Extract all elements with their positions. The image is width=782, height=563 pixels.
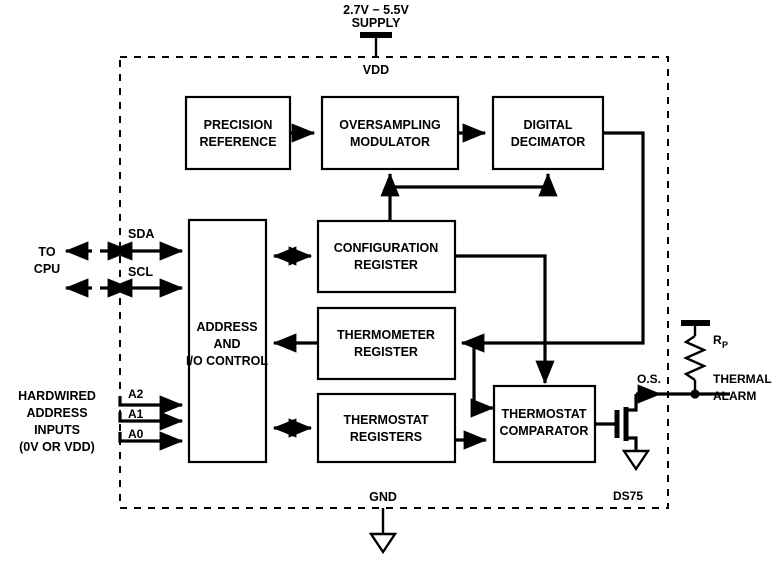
- block-thermometer-register: [316, 306, 457, 381]
- thermal-alarm-label-line1: THERMAL: [713, 372, 772, 386]
- hardwired-label-line3: INPUTS: [34, 423, 80, 437]
- thermometer-register-label-line1: THERMOMETER: [337, 328, 435, 342]
- a2-label: A2: [128, 387, 144, 401]
- address-io-control-label-line1: ADDRESS: [196, 320, 257, 334]
- hardwired-label-line4: (0V OR VDD): [19, 440, 95, 454]
- digital-decimator-label-line2: DECIMATOR: [511, 135, 586, 149]
- configuration-register-label-line1: CONFIGURATION: [334, 241, 439, 255]
- configuration-register-label-line2: REGISTER: [354, 258, 418, 272]
- thermostat-registers-label-line1: THERMOSTAT: [344, 413, 429, 427]
- device-name-label: DS75: [613, 489, 643, 503]
- precision-reference-label-line1: PRECISION: [204, 118, 273, 132]
- hardwired-label-line1: HARDWIRED: [18, 389, 96, 403]
- vdd-supply-rail: [360, 32, 392, 57]
- mosfet-source-ground-symbol: [621, 449, 651, 472]
- wire-thermometer-branch-to-comparator: [470, 343, 495, 418]
- gnd-ground-symbol: [368, 508, 398, 555]
- thermostat-registers-label-line2: REGISTERS: [350, 430, 422, 444]
- address-io-control-label-line2: AND: [213, 337, 240, 351]
- gnd-label: GND: [369, 490, 397, 504]
- thermal-alarm-label-line2: ALARM: [713, 389, 756, 403]
- pullup-resistor-rp: [681, 320, 710, 394]
- resistor-rp-subscript: P: [722, 340, 728, 350]
- precision-reference-label-line2: REFERENCE: [199, 135, 276, 149]
- address-io-control-label-line3: I/O CONTROL: [186, 354, 268, 368]
- oversampling-modulator-label-line2: MODULATOR: [350, 135, 430, 149]
- a0-label: A0: [128, 427, 144, 441]
- block-diagram-figure: 2.7V − 5.5V SUPPLY VDD GND PRECISION REF…: [0, 0, 782, 563]
- a1-label: A1: [128, 407, 144, 421]
- block-precision-reference: [184, 95, 292, 171]
- block-thermostat-registers: [316, 392, 457, 464]
- wire-config-register-to-comparator: [455, 254, 555, 385]
- block-configuration-register: [316, 219, 457, 294]
- sda-label: SDA: [128, 227, 154, 241]
- block-digital-decimator: [491, 95, 605, 171]
- to-cpu-label-line2: CPU: [34, 262, 60, 276]
- ds75-block-diagram-svg: 2.7V − 5.5V SUPPLY VDD GND PRECISION REF…: [18, 3, 772, 555]
- supply-voltage-label-line1: 2.7V − 5.5V: [343, 3, 409, 17]
- block-oversampling-modulator: [320, 95, 460, 171]
- thermostat-comparator-label-line1: THERMOSTAT: [502, 407, 587, 421]
- wire-config-register-to-modulator-and-decimator: [380, 172, 558, 221]
- output-mosfet-transistor: [595, 394, 651, 472]
- scl-label: SCL: [128, 265, 153, 279]
- os-output-label: O.S.: [637, 372, 661, 386]
- thermostat-comparator-label-line2: COMPARATOR: [500, 424, 589, 438]
- thermometer-register-label-line2: REGISTER: [354, 345, 418, 359]
- supply-voltage-label-line2: SUPPLY: [352, 16, 402, 30]
- oversampling-modulator-label-line1: OVERSAMPLING: [339, 118, 440, 132]
- resistor-rp-label: R: [713, 333, 722, 347]
- digital-decimator-label-line1: DIGITAL: [523, 118, 572, 132]
- hardwired-label-line2: ADDRESS: [26, 406, 87, 420]
- to-cpu-label-line1: TO: [38, 245, 55, 259]
- vdd-label: VDD: [363, 63, 389, 77]
